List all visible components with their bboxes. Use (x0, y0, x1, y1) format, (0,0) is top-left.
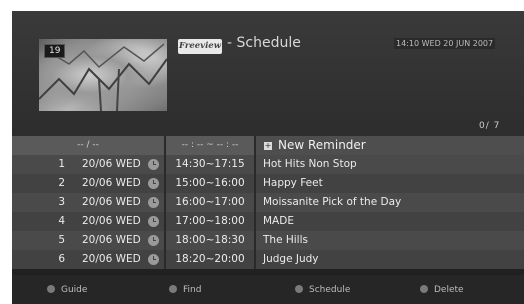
clock-icon (148, 254, 159, 265)
date-time: 14:10 WED 20 JUN 2007 (394, 38, 496, 49)
row-date: 20/06 WED (82, 158, 141, 170)
row-number: 4 (58, 215, 65, 227)
table-row[interactable]: 5 20/06 WED 18:00~18:30 The Hills (12, 231, 524, 250)
clock-icon (148, 197, 159, 208)
channel-preview: 19 (39, 39, 167, 111)
row-number: 6 (58, 253, 65, 265)
row-time: 15:00~16:00 (175, 177, 245, 189)
table-row[interactable]: 1 20/06 WED 14:30~17:15 Hot Hits Non Sto… (12, 155, 524, 174)
row-number: 3 (58, 196, 65, 208)
row-time: 18:00~18:30 (175, 234, 245, 246)
blue-dot-icon (420, 285, 428, 293)
delete-label: Delete (434, 285, 464, 295)
schedule-label: Schedule (309, 285, 351, 295)
new-reminder-label: New Reminder (278, 138, 366, 152)
row-date: 20/06 WED (82, 234, 141, 246)
green-dot-icon (169, 285, 177, 293)
date-header[interactable]: -- / -- (12, 136, 164, 155)
clock-icon (148, 235, 159, 246)
page-title: - Schedule (227, 35, 301, 51)
find-label: Find (183, 285, 202, 295)
row-time: 18:20~20:00 (175, 253, 245, 265)
table-row[interactable]: 4 20/06 WED 17:00~18:00 MADE (12, 212, 524, 231)
row-date: 20/06 WED (82, 177, 141, 189)
row-time: 17:00~18:00 (175, 215, 245, 227)
reminder-count: 0/ 7 (479, 121, 501, 131)
table-row[interactable]: 2 20/06 WED 15:00~16:00 Happy Feet (12, 174, 524, 193)
schedule-screen: 19 Freeview - Schedule 14:10 WED 20 JUN … (12, 11, 524, 304)
guide-button[interactable]: Guide (47, 285, 87, 295)
row-programme: The Hills (263, 234, 308, 246)
row-programme: Hot Hits Non Stop (263, 158, 357, 170)
clock-icon (148, 216, 159, 227)
time-header[interactable]: -- : -- ~ -- : -- (166, 136, 254, 155)
button-bar: Guide Find Schedule Delete (12, 275, 524, 304)
row-number: 5 (58, 234, 65, 246)
guide-label: Guide (61, 285, 88, 295)
row-time: 14:30~17:15 (175, 158, 245, 170)
row-time: 16:00~17:00 (175, 196, 245, 208)
row-number: 2 (58, 177, 65, 189)
column-divider (164, 136, 166, 269)
yellow-dot-icon (295, 285, 303, 293)
row-number: 1 (58, 158, 65, 170)
schedule-button[interactable]: Schedule (295, 285, 350, 295)
red-dot-icon (47, 285, 55, 293)
row-programme: Judge Judy (263, 253, 319, 265)
row-programme: Moissanite Pick of the Day (263, 196, 402, 208)
new-reminder-button[interactable]: + New Reminder (256, 136, 524, 155)
clock-icon (148, 159, 159, 170)
table-row[interactable]: 6 20/06 WED 18:20~20:00 Judge Judy (12, 250, 524, 269)
column-divider (254, 136, 256, 269)
row-programme: Happy Feet (263, 177, 323, 189)
table-row[interactable]: 3 20/06 WED 16:00~17:00 Moissanite Pick … (12, 193, 524, 212)
row-date: 20/06 WED (82, 215, 141, 227)
delete-button[interactable]: Delete (420, 285, 464, 295)
row-date: 20/06 WED (82, 196, 141, 208)
row-programme: MADE (263, 215, 294, 227)
find-button[interactable]: Find (169, 285, 201, 295)
plus-icon: + (264, 141, 272, 150)
row-date: 20/06 WED (82, 253, 141, 265)
freeview-logo: Freeview (178, 39, 222, 54)
channel-number: 19 (44, 44, 66, 58)
clock-icon (148, 178, 159, 189)
